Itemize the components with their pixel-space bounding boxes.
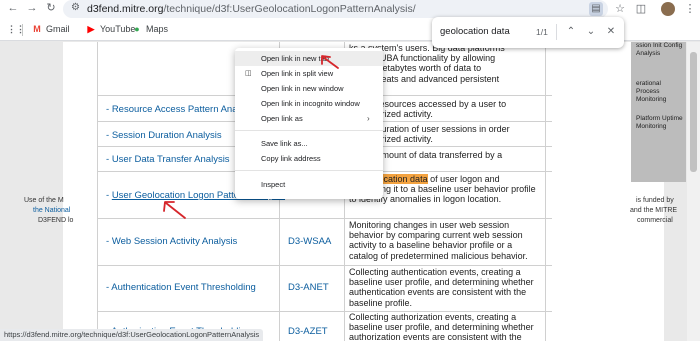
menu-item-open-split-view[interactable]: ◫ Open link in split view <box>235 66 383 81</box>
side-nav-item[interactable]: ssion Init Config Analysis <box>636 42 684 58</box>
menu-item-label: Save link as... <box>261 139 308 148</box>
side-navigation-panel <box>631 42 686 182</box>
bookmark-gmail-label: Gmail <box>46 24 70 34</box>
gmail-icon: M <box>33 24 41 34</box>
url-text[interactable]: d3fend.mitre.org/technique/d3f:UserGeolo… <box>87 3 416 15</box>
technique-link[interactable]: User Data Transfer Analysis <box>112 154 230 165</box>
side-nav-item[interactable]: erational Process Monitoring <box>636 80 684 104</box>
page-action-icon[interactable]: ▤ <box>589 2 603 16</box>
submenu-arrow-icon: › <box>367 114 370 123</box>
footer-link-left-2[interactable]: the National <box>33 207 70 214</box>
bookmark-youtube[interactable]: ▶ YouTube <box>86 24 136 34</box>
menu-item-label: Open link in incognito window <box>261 99 360 108</box>
bookmark-star-icon[interactable]: ☆ <box>613 2 627 16</box>
menu-item-open-new-tab[interactable]: Open link in new tab <box>235 51 383 66</box>
find-previous-icon[interactable]: ⌃ <box>564 25 578 39</box>
status-bar-url: https://d3fend.mitre.org/technique/d3f:U… <box>0 329 264 341</box>
technique-resource-access-pattern-analysis[interactable]: - Resource Access Pattern Analysis <box>106 104 256 115</box>
bookmark-maps-label: Maps <box>146 24 169 34</box>
bookmark-gmail[interactable]: M Gmail <box>32 24 70 34</box>
bookmarks-divider <box>22 24 23 36</box>
menu-item-inspect[interactable]: Inspect <box>235 177 383 192</box>
forward-icon[interactable]: → <box>25 1 39 15</box>
annotation-arrow-icon <box>163 201 186 219</box>
technique-link[interactable]: Session Duration Analysis <box>112 130 222 141</box>
table-cell-description: Collecting authentication events, creati… <box>349 267 534 308</box>
reload-icon[interactable]: ↻ <box>44 1 58 15</box>
bookmark-youtube-label: YouTube <box>100 24 136 34</box>
url-path: /technique/d3f:UserGeolocationLogonPatte… <box>163 3 416 15</box>
context-menu: Open link in new tab ◫ Open link in split… <box>235 48 383 199</box>
table-border <box>545 42 546 341</box>
footer-text-left-3: D3FEND lo <box>38 217 74 224</box>
technique-user-data-transfer-analysis[interactable]: - User Data Transfer Analysis <box>106 154 230 165</box>
technique-session-duration-analysis[interactable]: - Session Duration Analysis <box>106 130 222 141</box>
table-row-divider <box>97 265 552 266</box>
table-border <box>97 42 98 341</box>
scrollbar-thumb[interactable] <box>690 52 697 172</box>
menu-kebab-icon[interactable]: ⋮ <box>683 2 697 16</box>
technique-web-session-activity-analysis[interactable]: - Web Session Activity Analysis <box>106 236 237 247</box>
technique-id-link[interactable]: D3-ANET <box>288 282 329 293</box>
find-next-icon[interactable]: ⌄ <box>584 25 598 39</box>
footer-text-right-2: and the MITRE <box>630 207 678 214</box>
technique-id-link[interactable]: D3-AZET <box>288 326 328 337</box>
menu-item-label: Open link in new window <box>261 84 344 93</box>
menu-item-open-incognito[interactable]: Open link in incognito window <box>235 96 383 111</box>
technique-link[interactable]: Authentication Event Thresholding <box>111 282 256 293</box>
profile-avatar[interactable] <box>661 2 675 16</box>
technique-authentication-event-thresholding[interactable]: - Authentication Event Thresholding <box>106 282 256 293</box>
find-input[interactable]: geolocation data <box>440 26 510 37</box>
find-bar: geolocation data 1/1 ⌃ ⌄ ✕ <box>432 17 624 48</box>
footer-text-right-3: commercial <box>637 217 673 224</box>
menu-item-save-link[interactable]: Save link as... <box>235 136 383 151</box>
footer-text-left-1: Use of the M <box>24 197 64 204</box>
find-close-icon[interactable]: ✕ <box>604 25 618 39</box>
youtube-icon: ▶ <box>87 24 95 34</box>
back-icon[interactable]: ← <box>6 1 20 15</box>
maps-icon: ● <box>134 24 140 34</box>
annotation-arrow-icon <box>321 55 339 69</box>
url-host: d3fend.mitre.org <box>87 3 164 15</box>
menu-item-label: Copy link address <box>261 154 321 163</box>
technique-link[interactable]: Web Session Activity Analysis <box>112 236 238 247</box>
find-match-count: 1/1 <box>536 27 548 37</box>
bookmark-maps[interactable]: ● Maps <box>132 24 168 34</box>
apps-grid-icon[interactable]: ⋮⋮ <box>7 24 25 34</box>
find-divider <box>556 24 557 40</box>
extensions-icon[interactable]: ◫ <box>634 2 648 16</box>
footer-text-right-1: is funded by <box>636 197 674 204</box>
menu-divider <box>235 170 383 171</box>
menu-item-copy-link[interactable]: Copy link address <box>235 151 383 166</box>
site-info-icon[interactable]: ⚙ <box>71 2 80 13</box>
menu-item-label: Open link as <box>261 114 303 123</box>
technique-id-link[interactable]: D3-WSAA <box>288 236 331 247</box>
side-nav-item[interactable]: Platform Uptime Monitoring <box>636 115 684 131</box>
menu-item-label: Inspect <box>261 180 286 189</box>
address-bar[interactable]: ⚙ d3fend.mitre.org/technique/d3f:UserGeo… <box>63 0 608 18</box>
menu-item-open-new-window[interactable]: Open link in new window <box>235 81 383 96</box>
menu-divider <box>235 130 383 131</box>
table-cell-description: Collecting authorization events, creatin… <box>349 312 534 341</box>
split-view-icon: ◫ <box>245 70 252 77</box>
table-cell-description: Monitoring changes in user web session b… <box>349 220 528 261</box>
menu-item-open-link-as[interactable]: Open link as › <box>235 111 383 126</box>
